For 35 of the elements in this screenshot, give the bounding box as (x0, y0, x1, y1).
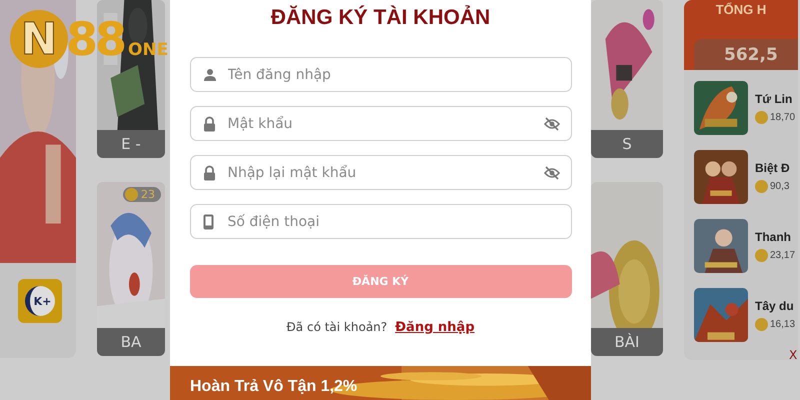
promo-title: Hoàn Trả Vô Tận 1,2% (190, 378, 358, 396)
win-amount: 16,13 (770, 318, 796, 330)
login-link[interactable]: Đăng nhập (395, 320, 474, 335)
user-icon (202, 68, 216, 82)
card-label: BÀI (591, 328, 663, 356)
coin-icon (755, 318, 768, 330)
more-link[interactable]: X (789, 348, 798, 360)
input-field[interactable]: Mật khẩu (190, 106, 572, 141)
coin-amount: 23 (141, 188, 155, 201)
lock-icon (202, 165, 216, 180)
coin-icon (755, 248, 768, 262)
card-label: S (591, 130, 663, 158)
eye-off-icon[interactable] (544, 166, 560, 180)
eye-off-icon[interactable] (544, 116, 560, 130)
login-prompt: Đã có tài khoản? (286, 320, 388, 334)
win-amount: 90,3 (770, 180, 790, 192)
game-name: Thanh (755, 230, 792, 244)
coin-icon (755, 180, 768, 192)
game-name: Tây du (755, 298, 795, 312)
jackpot-title: TỔNG H (716, 2, 766, 17)
coin-icon (755, 110, 768, 124)
input-field[interactable]: Tên đăng nhập (190, 57, 572, 92)
lock-icon (202, 116, 216, 131)
dialog-title: ĐĂNG KÝ TÀI KHOẢN (270, 6, 490, 30)
game-name: Biệt Đ (755, 160, 790, 174)
input-field[interactable]: Số điện thoại (190, 204, 572, 239)
input-field[interactable]: Nhập lại mật khẩu (190, 155, 572, 190)
coin-icon (125, 188, 138, 201)
win-amount: 18,70 (770, 112, 796, 122)
jackpot-amount: 562,5 (694, 39, 798, 70)
card-label: E - (97, 130, 165, 158)
channel-logo-icon[interactable]: K+ (18, 279, 62, 323)
card-label: BA (97, 328, 165, 356)
game-name: Tứ Lin (755, 92, 794, 106)
win-amount: 23,17 (770, 250, 796, 260)
